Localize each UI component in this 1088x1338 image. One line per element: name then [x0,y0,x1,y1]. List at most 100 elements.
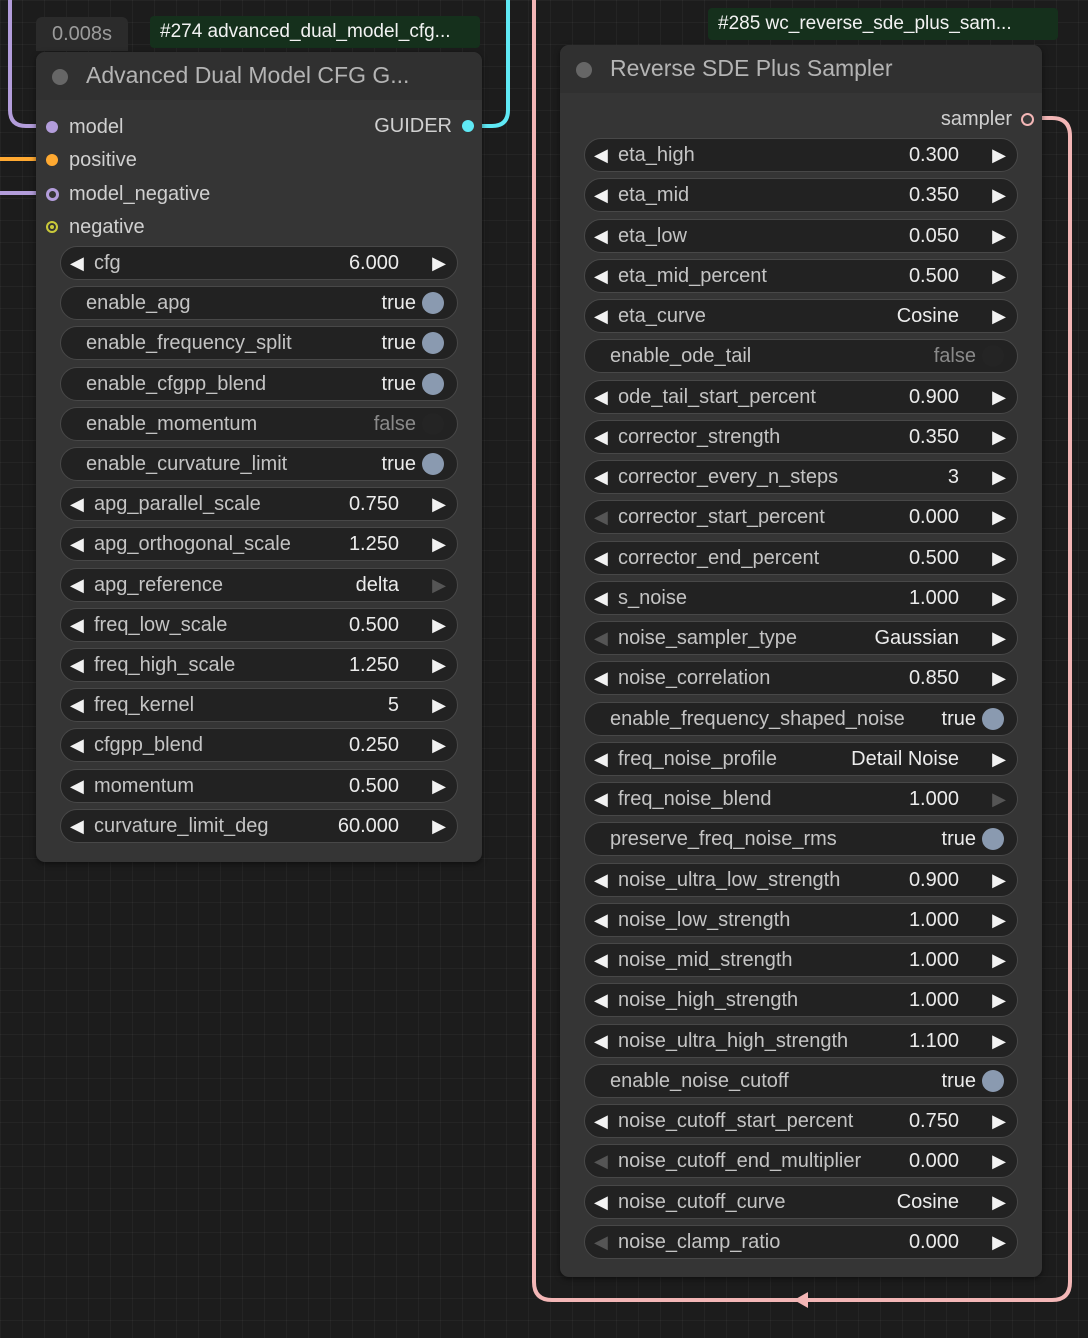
advanced-dual-model-cfg-guider-node[interactable]: Advanced Dual Model CFG G... model positi… [36,52,482,862]
decrement-arrow-icon[interactable]: ◀ [594,381,608,414]
widget-noise-low-strength[interactable]: ◀ noise_low_strength 1.000 ▶ [584,903,1018,937]
toggle-off-icon[interactable] [982,345,1004,367]
widget-eta-mid-percent[interactable]: ◀ eta_mid_percent 0.500 ▶ [584,259,1018,293]
decrement-arrow-icon[interactable]: ◀ [594,904,608,937]
increment-arrow-icon[interactable]: ▶ [992,904,1006,937]
increment-arrow-icon[interactable]: ▶ [992,220,1006,253]
input-dot-icon[interactable] [46,221,58,233]
decrement-arrow-icon[interactable]: ◀ [70,488,84,521]
increment-arrow-icon[interactable]: ▶ [992,1105,1006,1138]
increment-arrow-icon[interactable]: ▶ [992,501,1006,534]
increment-arrow-icon[interactable]: ▶ [992,1145,1006,1178]
widget-noise-cutoff-curve[interactable]: ◀ noise_cutoff_curve Cosine ▶ [584,1185,1018,1219]
widget-cfg[interactable]: ◀ cfg 6.000 ▶ [60,246,458,280]
widget-ode-tail-start-percent[interactable]: ◀ ode_tail_start_percent 0.900 ▶ [584,380,1018,414]
input-slot-model[interactable]: model [36,114,123,140]
decrement-arrow-icon[interactable]: ◀ [594,300,608,333]
widget-eta-curve[interactable]: ◀ eta_curve Cosine ▶ [584,299,1018,333]
node-header[interactable]: Advanced Dual Model CFG G... [36,52,482,100]
decrement-arrow-icon[interactable]: ◀ [70,689,84,722]
toggle-on-icon[interactable] [422,373,444,395]
increment-arrow-icon[interactable]: ▶ [992,542,1006,575]
widget-curvature-limit-deg[interactable]: ◀ curvature_limit_deg 60.000 ▶ [60,809,458,843]
widget-enable-cfgpp-blend[interactable]: enable_cfgpp_blend true [60,367,458,401]
increment-arrow-icon[interactable]: ▶ [992,381,1006,414]
decrement-arrow-icon[interactable]: ◀ [594,864,608,897]
increment-arrow-icon[interactable]: ▶ [432,770,446,803]
decrement-arrow-icon[interactable]: ◀ [594,1186,608,1219]
widget-preserve-freq-noise-rms[interactable]: preserve_freq_noise_rms true [584,822,1018,856]
output-slot-guider[interactable]: GUIDER [374,113,474,139]
widget-enable-frequency-shaped-noise[interactable]: enable_frequency_shaped_noise true [584,702,1018,736]
increment-arrow-icon[interactable]: ▶ [992,743,1006,776]
widget-freq-kernel[interactable]: ◀ freq_kernel 5 ▶ [60,688,458,722]
increment-arrow-icon[interactable]: ▶ [432,569,446,602]
widget-enable-curvature-limit[interactable]: enable_curvature_limit true [60,447,458,481]
widget-noise-ultra-high-strength[interactable]: ◀ noise_ultra_high_strength 1.100 ▶ [584,1024,1018,1058]
decrement-arrow-icon[interactable]: ◀ [594,220,608,253]
increment-arrow-icon[interactable]: ▶ [992,461,1006,494]
increment-arrow-icon[interactable]: ▶ [992,300,1006,333]
increment-arrow-icon[interactable]: ▶ [432,247,446,280]
increment-arrow-icon[interactable]: ▶ [992,984,1006,1017]
increment-arrow-icon[interactable]: ▶ [992,1186,1006,1219]
increment-arrow-icon[interactable]: ▶ [432,729,446,762]
toggle-off-icon[interactable] [422,413,444,435]
increment-arrow-icon[interactable]: ▶ [432,649,446,682]
widget-s-noise[interactable]: ◀ s_noise 1.000 ▶ [584,581,1018,615]
widget-enable-apg[interactable]: enable_apg true [60,286,458,320]
widget-enable-ode-tail[interactable]: enable_ode_tail false [584,339,1018,373]
output-slot-sampler[interactable]: sampler [941,106,1034,132]
increment-arrow-icon[interactable]: ▶ [992,139,1006,172]
input-dot-icon[interactable] [46,188,59,201]
widget-noise-ultra-low-strength[interactable]: ◀ noise_ultra_low_strength 0.900 ▶ [584,863,1018,897]
decrement-arrow-icon[interactable]: ◀ [594,179,608,212]
decrement-arrow-icon[interactable]: ◀ [594,1226,608,1259]
input-slot-model-negative[interactable]: model_negative [36,181,210,207]
widget-noise-sampler-type[interactable]: ◀ noise_sampler_type Gaussian ▶ [584,621,1018,655]
widget-eta-mid[interactable]: ◀ eta_mid 0.350 ▶ [584,178,1018,212]
toggle-on-icon[interactable] [422,292,444,314]
widget-corrector-strength[interactable]: ◀ corrector_strength 0.350 ▶ [584,420,1018,454]
toggle-on-icon[interactable] [422,332,444,354]
increment-arrow-icon[interactable]: ▶ [992,864,1006,897]
increment-arrow-icon[interactable]: ▶ [992,622,1006,655]
input-dot-icon[interactable] [46,154,58,166]
increment-arrow-icon[interactable]: ▶ [432,810,446,843]
toggle-on-icon[interactable] [422,453,444,475]
input-slot-negative[interactable]: negative [36,214,145,240]
output-dot-icon[interactable] [1021,113,1034,126]
widget-eta-high[interactable]: ◀ eta_high 0.300 ▶ [584,138,1018,172]
widget-enable-momentum[interactable]: enable_momentum false [60,407,458,441]
widget-freq-noise-blend[interactable]: ◀ freq_noise_blend 1.000 ▶ [584,782,1018,816]
increment-arrow-icon[interactable]: ▶ [992,260,1006,293]
widget-enable-frequency-split[interactable]: enable_frequency_split true [60,326,458,360]
increment-arrow-icon[interactable]: ▶ [992,783,1006,816]
widget-noise-clamp-ratio[interactable]: ◀ noise_clamp_ratio 0.000 ▶ [584,1225,1018,1259]
widget-freq-low-scale[interactable]: ◀ freq_low_scale 0.500 ▶ [60,608,458,642]
widget-apg-reference[interactable]: ◀ apg_reference delta ▶ [60,568,458,602]
increment-arrow-icon[interactable]: ▶ [992,421,1006,454]
widget-noise-high-strength[interactable]: ◀ noise_high_strength 1.000 ▶ [584,983,1018,1017]
widget-apg-parallel-scale[interactable]: ◀ apg_parallel_scale 0.750 ▶ [60,487,458,521]
widget-corrector-start-percent[interactable]: ◀ corrector_start_percent 0.000 ▶ [584,500,1018,534]
toggle-on-icon[interactable] [982,708,1004,730]
decrement-arrow-icon[interactable]: ◀ [70,528,84,561]
decrement-arrow-icon[interactable]: ◀ [594,984,608,1017]
reverse-sde-plus-sampler-node[interactable]: Reverse SDE Plus Sampler sampler ◀ eta_hi… [560,45,1042,1277]
increment-arrow-icon[interactable]: ▶ [432,528,446,561]
decrement-arrow-icon[interactable]: ◀ [594,1025,608,1058]
decrement-arrow-icon[interactable]: ◀ [70,770,84,803]
widget-noise-cutoff-end-multiplier[interactable]: ◀ noise_cutoff_end_multiplier 0.000 ▶ [584,1144,1018,1178]
widget-corrector-every-n-steps[interactable]: ◀ corrector_every_n_steps 3 ▶ [584,460,1018,494]
widget-apg-orthogonal-scale[interactable]: ◀ apg_orthogonal_scale 1.250 ▶ [60,527,458,561]
increment-arrow-icon[interactable]: ▶ [432,488,446,521]
decrement-arrow-icon[interactable]: ◀ [594,461,608,494]
increment-arrow-icon[interactable]: ▶ [992,179,1006,212]
decrement-arrow-icon[interactable]: ◀ [70,247,84,280]
decrement-arrow-icon[interactable]: ◀ [594,662,608,695]
decrement-arrow-icon[interactable]: ◀ [594,421,608,454]
increment-arrow-icon[interactable]: ▶ [992,1025,1006,1058]
node-header[interactable]: Reverse SDE Plus Sampler [560,45,1042,93]
decrement-arrow-icon[interactable]: ◀ [594,944,608,977]
